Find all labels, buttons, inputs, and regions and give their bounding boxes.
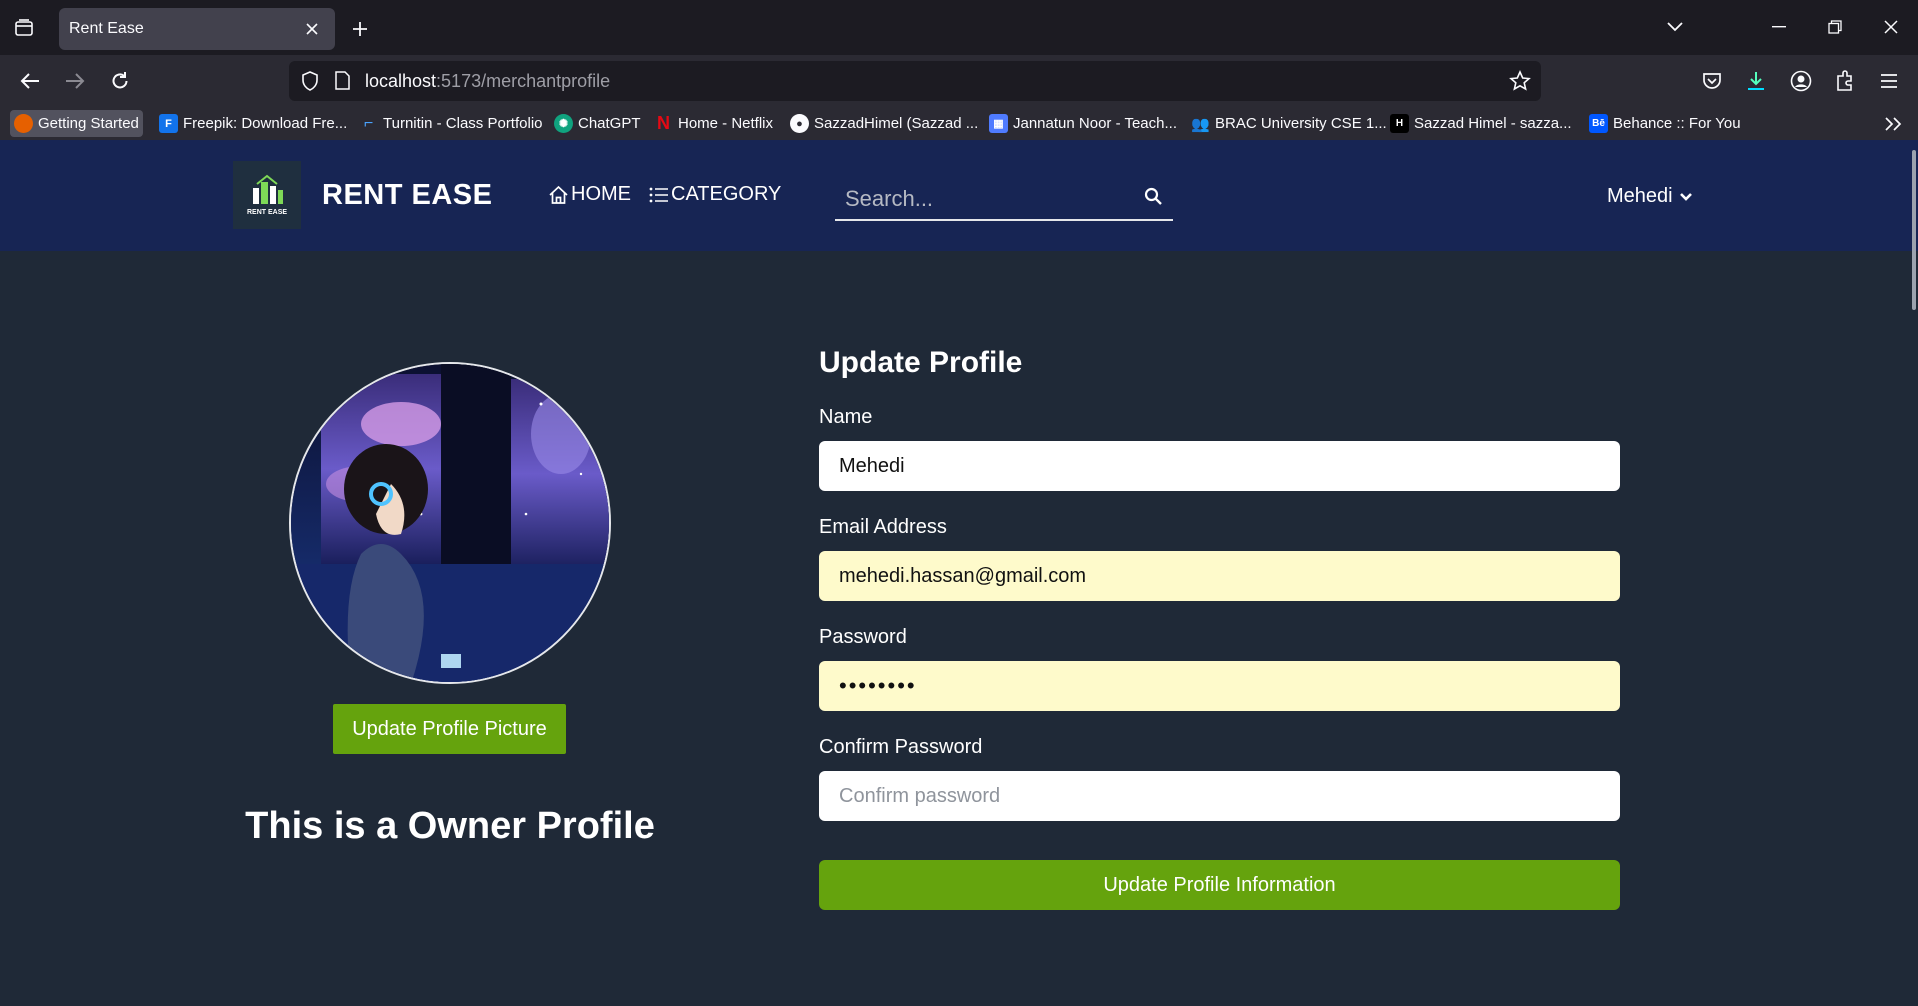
nav-category-label: CATEGORY xyxy=(671,183,782,205)
avatar-illustration xyxy=(291,364,609,682)
hashnode-icon: H xyxy=(1390,114,1409,133)
nav-home-label: HOME xyxy=(571,183,631,205)
update-profile-picture-button[interactable]: Update Profile Picture xyxy=(333,704,566,754)
bookmark-label: Turnitin - Class Portfolio xyxy=(383,115,543,132)
url-host: localhost xyxy=(365,71,437,91)
bookmark-label: Jannatun Noor - Teach... xyxy=(1013,115,1177,132)
restore-icon[interactable] xyxy=(1818,12,1852,42)
page-scrollbar[interactable] xyxy=(1912,150,1916,310)
name-label: Name xyxy=(819,406,873,428)
search-input[interactable] xyxy=(845,182,1135,216)
shield-icon[interactable] xyxy=(301,71,319,96)
bookmark-label: ChatGPT xyxy=(578,115,641,132)
site-header: RENT EASE RENT EASE HOME CATEGORY Mehedi xyxy=(0,140,1918,251)
forward-icon[interactable] xyxy=(59,65,91,97)
bookmark-getting-started[interactable]: Getting Started xyxy=(10,110,143,137)
behance-icon: Bē xyxy=(1589,114,1608,133)
search-box xyxy=(835,178,1173,221)
pocket-icon[interactable] xyxy=(1696,65,1728,97)
password-field[interactable] xyxy=(819,661,1620,711)
bookmark-label: Sazzad Himel - sazza... xyxy=(1414,115,1572,132)
page-icon[interactable] xyxy=(335,71,350,95)
bookmark-chatgpt[interactable]: ✺ ChatGPT xyxy=(550,110,645,137)
extensions-icon[interactable] xyxy=(1829,65,1861,97)
account-icon[interactable] xyxy=(1785,65,1817,97)
brand-name[interactable]: RENT EASE xyxy=(322,179,492,212)
bookmark-star-icon[interactable] xyxy=(1509,70,1531,97)
people-icon: 👥 xyxy=(1191,115,1210,133)
list-icon xyxy=(649,187,668,202)
bookmark-behance[interactable]: Bē Behance :: For You xyxy=(1585,110,1745,137)
home-icon xyxy=(549,185,568,204)
user-name: Mehedi xyxy=(1607,185,1673,207)
profile-avatar xyxy=(289,362,611,684)
url-path: :5173/merchantprofile xyxy=(436,71,611,91)
close-window-icon[interactable] xyxy=(1874,12,1908,42)
bookmark-github[interactable]: ● SazzadHimel (Sazzad ... xyxy=(786,110,982,137)
logo[interactable]: RENT EASE xyxy=(233,161,301,229)
bookmark-label: Home - Netflix xyxy=(678,115,774,132)
netflix-icon: N xyxy=(657,113,670,133)
bookmark-label: Behance :: For You xyxy=(1613,115,1741,132)
bookmarks-bar: Getting Started F Freepik: Download Fre.… xyxy=(0,107,1918,140)
browser-nav-bar: localhost:5173/merchantprofile xyxy=(0,55,1918,107)
bookmark-turnitin[interactable]: ⌐ Turnitin - Class Portfolio xyxy=(355,110,547,137)
bookmark-freepik[interactable]: F Freepik: Download Fre... xyxy=(155,110,351,137)
download-icon[interactable] xyxy=(1740,65,1772,97)
bookmark-hashnode[interactable]: H Sazzad Himel - sazza... xyxy=(1386,110,1576,137)
back-icon[interactable] xyxy=(14,65,46,97)
close-tab-icon[interactable] xyxy=(301,18,323,40)
logo-text: RENT EASE xyxy=(246,209,288,216)
form-title: Update Profile xyxy=(819,346,1023,379)
owner-profile-heading: This is a Owner Profile xyxy=(245,805,655,847)
list-all-tabs-icon[interactable] xyxy=(1658,12,1692,42)
calendar-icon: ▦ xyxy=(989,114,1008,133)
bookmark-label: Getting Started xyxy=(38,115,139,132)
confirm-password-label: Confirm Password xyxy=(819,736,983,758)
confirm-password-field[interactable] xyxy=(819,771,1620,821)
firefox-icon xyxy=(14,114,33,133)
nav-home[interactable]: HOME xyxy=(548,183,631,206)
tab-list-icon[interactable] xyxy=(10,14,38,42)
bookmark-jannatun[interactable]: ▦ Jannatun Noor - Teach... xyxy=(985,110,1181,137)
chevron-down-icon xyxy=(1679,192,1692,201)
nav-category[interactable]: CATEGORY xyxy=(649,183,781,206)
name-field[interactable] xyxy=(819,441,1620,491)
tab-title: Rent Ease xyxy=(69,20,144,37)
freepik-icon: F xyxy=(159,114,178,133)
email-field[interactable] xyxy=(819,551,1620,601)
more-bookmarks-icon[interactable] xyxy=(1880,110,1906,137)
bookmark-netflix[interactable]: N Home - Netflix xyxy=(650,110,777,137)
update-profile-information-button[interactable]: Update Profile Information xyxy=(819,860,1620,910)
search-icon[interactable] xyxy=(1144,187,1163,211)
bookmark-label: SazzadHimel (Sazzad ... xyxy=(814,115,979,132)
browser-tab[interactable]: Rent Ease xyxy=(59,8,335,50)
new-tab-icon[interactable] xyxy=(345,14,375,44)
github-icon: ● xyxy=(790,114,809,133)
bookmark-label: BRAC University CSE 1... xyxy=(1215,115,1387,132)
buildings-icon xyxy=(253,174,283,204)
url-text[interactable]: localhost:5173/merchantprofile xyxy=(365,71,610,92)
user-menu[interactable]: Mehedi xyxy=(1607,185,1693,208)
password-label: Password xyxy=(819,626,907,648)
browser-tab-bar: Rent Ease xyxy=(0,0,1918,55)
chatgpt-icon: ✺ xyxy=(554,114,573,133)
menu-icon[interactable] xyxy=(1873,65,1905,97)
minimize-icon[interactable] xyxy=(1762,12,1796,42)
address-bar[interactable]: localhost:5173/merchantprofile xyxy=(289,61,1541,101)
email-label: Email Address xyxy=(819,516,947,538)
turnitin-icon: ⌐ xyxy=(363,114,374,132)
bookmark-label: Freepik: Download Fre... xyxy=(183,115,348,132)
reload-icon[interactable] xyxy=(104,65,136,97)
bookmark-brac[interactable]: 👥 BRAC University CSE 1... xyxy=(1187,110,1391,137)
